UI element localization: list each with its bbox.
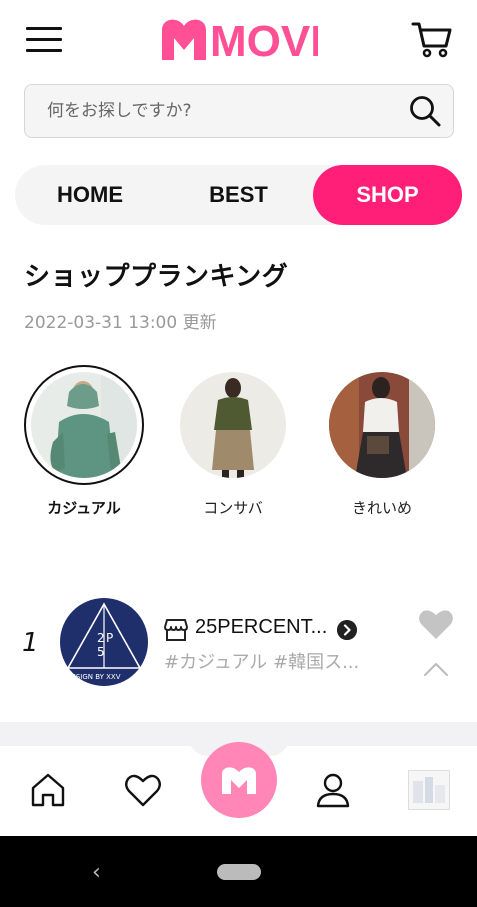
main-tabs: HOME BEST SHOP [15,165,462,225]
search-bar [24,84,454,138]
search-icon [410,96,441,127]
category-label: きれいめ [351,499,412,517]
category-conservative[interactable]: コンサバ [158,365,308,518]
page-title: ショッププランキング [24,262,289,292]
logo-text: MOVE [210,17,318,62]
search-input[interactable] [25,85,397,137]
category-ring [322,365,442,485]
recent-item-thumbnail[interactable] [408,770,450,810]
category-label: コンサバ [203,499,263,517]
category-ring [173,365,293,485]
svg-text:P: P [106,631,113,645]
svg-text:2: 2 [97,631,105,645]
tab-home[interactable]: HOME [15,165,165,225]
updated-timestamp: 2022-03-31 13:00 更新 [24,313,217,333]
tab-best[interactable]: BEST [165,165,312,225]
rank-number: 1 [22,628,39,658]
back-icon[interactable]: ‹ [92,860,101,885]
heart-icon[interactable] [123,770,163,810]
category-ring [24,365,144,485]
category-photo-casual [31,372,137,478]
category-elegant[interactable]: きれいめ [307,365,457,518]
shopping-cart-icon[interactable] [410,18,452,60]
tab-shop[interactable]: SHOP [313,165,462,225]
favorite-heart-icon[interactable] [418,608,454,640]
system-nav-bar: ‹ [0,836,477,907]
shop-tags: #カジュアル #韓国ス... [164,652,360,673]
category-photo-conservative [180,372,286,478]
bottom-nav [0,736,477,836]
category-casual[interactable]: カジュアル [9,365,159,518]
move-logo[interactable]: MOVE [160,16,318,62]
shop-name[interactable]: 25PERCENT... [195,616,327,639]
user-icon[interactable] [313,770,353,810]
home-pill-button[interactable] [217,864,261,880]
store-icon [164,619,188,641]
shop-logo[interactable]: 2 P 5 DESIGN BY XXV [60,598,148,686]
chevron-right-icon[interactable] [337,620,357,640]
move-m-icon [222,767,256,794]
shop-logo-text: DESIGN BY XXV [66,673,121,681]
search-button[interactable] [397,85,453,137]
home-icon[interactable] [28,770,68,810]
hamburger-menu-icon[interactable] [26,26,62,54]
chevron-up-icon[interactable] [422,660,450,678]
move-center-button[interactable] [201,742,277,818]
category-label: カジュアル [47,499,121,517]
category-photo-elegant [329,372,435,478]
top-bar: MOVE [0,0,477,80]
svg-text:5: 5 [97,645,105,659]
ranking-row[interactable]: 1 2 P 5 DESIGN BY XXV 25PERCENT... #カジュア… [0,590,477,700]
